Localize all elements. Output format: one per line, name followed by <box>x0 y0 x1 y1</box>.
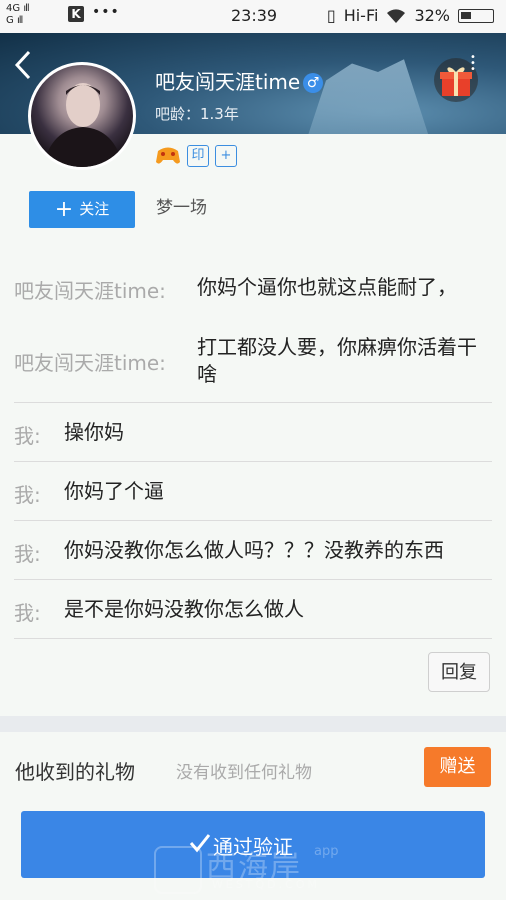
watermark-logo-icon <box>154 846 202 894</box>
add-badge-button[interactable]: + <box>215 145 237 167</box>
divider <box>14 461 492 462</box>
clock: 23:39 <box>231 6 278 25</box>
message-sender: 吧友闯天涯time: <box>14 351 166 375</box>
battery-percent: 32% <box>414 6 450 25</box>
wifi-icon <box>387 8 406 23</box>
profile-username: 吧友闯天涯time <box>155 70 301 94</box>
more-notifications-icon: ••• <box>92 4 120 20</box>
no-gifts-text: 没有收到任何礼物 <box>176 763 312 783</box>
avatar[interactable] <box>28 62 136 170</box>
male-gender-icon: ♂ <box>303 73 324 93</box>
reply-button[interactable]: 回复 <box>428 652 490 692</box>
divider <box>14 638 492 639</box>
message-sender: 我: <box>14 542 41 566</box>
received-gifts-label: 他收到的礼物 <box>15 760 135 784</box>
message-text: 你妈了个逼 <box>64 479 164 503</box>
message-text: 操你妈 <box>64 420 124 444</box>
message-text: 你妈个逼你也就这点能耐了， <box>197 275 457 299</box>
profile-username-row: 吧友闯天涯time ♂ <box>155 66 324 95</box>
signal-indicator: 4G ıll G ıll <box>6 3 30 26</box>
game-controller-icon <box>156 147 180 164</box>
battery-icon <box>458 8 494 23</box>
watermark: 西海岸 WESTQD.COM app <box>154 844 354 894</box>
wifi-label: Hi-Fi <box>343 6 379 25</box>
section-divider <box>0 716 506 732</box>
message-text: 你妈没教你怎么做人吗？？？没教养的东西 <box>64 538 444 562</box>
give-gift-button[interactable]: 赠送 <box>424 747 491 787</box>
message-text: 打工都没人要，你麻痹你活着干啥 <box>197 335 477 386</box>
gift-icon <box>440 67 472 96</box>
network-type: 4G <box>6 3 21 14</box>
back-arrow-icon[interactable] <box>14 50 32 80</box>
vibrate-icon: ▯ <box>326 6 336 25</box>
divider <box>14 402 492 403</box>
message-sender: 我: <box>14 424 41 448</box>
divider <box>14 520 492 521</box>
follow-label: 关注 <box>79 200 110 218</box>
seal-badge[interactable]: 印 <box>187 145 209 167</box>
message-text: 是不是你妈没教你怎么做人 <box>64 597 304 621</box>
watermark-domain: WESTQD.COM <box>212 878 320 891</box>
divider <box>14 579 492 580</box>
message-sender: 我: <box>14 601 41 625</box>
message-sender: 我: <box>14 483 41 507</box>
more-options-icon[interactable]: • • • <box>470 53 476 75</box>
watermark-app: app <box>314 844 339 859</box>
user-signature: 梦一场 <box>156 198 207 218</box>
avatar-photo <box>43 83 123 167</box>
status-bar: 4G ıll G ıll K ••• 23:39 ▯ Hi-Fi 32% <box>0 0 506 33</box>
app-notification-icon: K <box>68 6 84 22</box>
network-type-2: G <box>6 15 14 26</box>
user-badges: 印 + <box>155 145 237 167</box>
message-sender: 吧友闯天涯time: <box>14 279 166 303</box>
plus-icon: + <box>54 197 74 222</box>
follow-button[interactable]: + 关注 <box>29 191 135 228</box>
forum-age: 吧龄：1.3年 <box>155 105 239 123</box>
